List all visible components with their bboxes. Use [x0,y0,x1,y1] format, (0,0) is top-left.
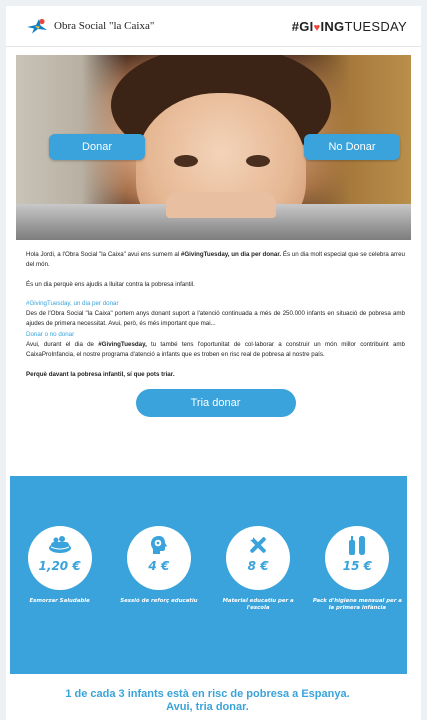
giving-tuesday-link[interactable]: #GivingTuesday, un dia per donar [26,299,405,309]
tools-icon [226,534,290,556]
child-eye-left [174,155,198,167]
donation-option-school-material[interactable]: 8 € Material educatiu per a l'escola [213,526,303,612]
email-header: Obra Social "la Caixa" #GI♥INGTUESDAY [6,6,421,47]
footer-line2: Avui, tria donar. [166,701,249,713]
donation-caption: Sessió de reforç educatiu [120,598,198,604]
closing-paragraph: Perquè davant la pobresa infantil, sí qu… [26,370,175,378]
hygiene-icon [325,534,389,556]
star-logo-icon [27,18,47,34]
donar-o-no-link[interactable]: Donar o no donar [26,330,405,340]
support-paragraph: Des de l'Obra Social "la Caixa" portem a… [26,310,405,328]
giving-tuesday-logo[interactable]: #GI♥INGTUESDAY [292,19,407,34]
hero-image: Donar No Donar [16,55,411,240]
price-label: 4 € [148,559,170,573]
donation-options: 1,20 € Esmorzar Saludable 4 € Sessió de [10,526,407,612]
donation-options-band: 1,20 € Esmorzar Saludable 4 € Sessió de [10,476,407,674]
donation-caption: Material educatiu per a l'escola [222,598,294,611]
donation-option-tutoring[interactable]: 4 € Sessió de reforç educatiu [114,526,204,612]
footer-message: 1 de cada 3 infants està en risc de pobr… [20,688,395,714]
donation-caption: Esmorzar Saludable [29,598,90,604]
footer-line1: 1 de cada 3 infants està en risc de pobr… [65,688,350,700]
today-paragraph: Avui, durant el dia de #GivingTuesday, t… [26,341,405,359]
head-gear-icon [127,534,191,556]
tag-part3: TUESDAY [344,18,407,34]
child-fingers [166,192,276,218]
donation-option-hygiene[interactable]: 15 € Pack d'higiene mensual per a la pri… [312,526,402,612]
purpose-paragraph: És un dia perquè ens ajudis a lluitar co… [26,280,195,288]
price-label: 8 € [247,559,269,573]
tria-donar-button[interactable]: Tria donar [135,388,296,417]
tag-part2: ING [320,18,345,34]
price-label: 15 € [342,559,372,573]
intro-paragraph: Hola Jordi, a l'Obra Social "la Caixa" a… [26,251,405,269]
email-frame: Obra Social "la Caixa" #GI♥INGTUESDAY Do… [6,6,421,720]
price-label: 1,20 € [38,559,81,573]
child-eye-right [246,155,270,167]
donation-option-breakfast[interactable]: 1,20 € Esmorzar Saludable [15,526,105,612]
la-caixa-logo[interactable]: Obra Social "la Caixa" [26,18,154,34]
no-donar-button[interactable]: No Donar [304,134,400,160]
donation-caption: Pack d'higiene mensual per a la primera … [312,598,402,611]
donar-button[interactable]: Donar [49,134,145,160]
logo-text: Obra Social "la Caixa" [54,20,155,32]
lunchbox-icon [28,534,92,556]
email-body: Hola Jordi, a l'Obra Social "la Caixa" a… [6,240,421,417]
tag-part1: #GI [291,18,314,34]
